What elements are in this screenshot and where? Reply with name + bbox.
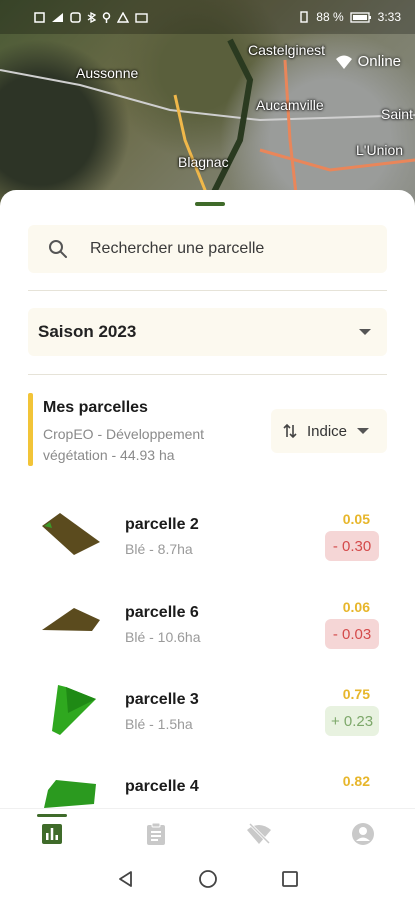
map-town-label: Blagnac	[178, 154, 229, 170]
season-select[interactable]: Saison 2023	[28, 308, 387, 356]
parcel-shape-icon	[44, 780, 96, 808]
search-placeholder: Rechercher une parcelle	[90, 240, 265, 257]
nav-active-indicator	[36, 813, 67, 817]
nav-offline[interactable]	[229, 814, 289, 854]
map-town-label: Aucamville	[256, 97, 324, 113]
status-icons-right: 88 % 3:33	[298, 10, 401, 24]
parcel-name: parcelle 3	[125, 691, 199, 708]
parcel-index-delta: + 0.23	[325, 706, 379, 736]
divider	[28, 290, 387, 291]
parcel-index-value: 0.05	[342, 511, 370, 527]
parcel-index-delta: - 0.30	[325, 531, 379, 561]
group-subtitle: CropEO - Développement végétation - 44.9…	[43, 426, 205, 463]
parcel-detail: Blé - 10.6ha	[125, 629, 201, 645]
clipboard-icon	[146, 822, 165, 845]
back-icon[interactable]	[116, 869, 136, 889]
signal-icon	[52, 12, 63, 22]
mail-icon	[135, 12, 148, 23]
sim-icon	[34, 11, 45, 23]
parcel-row[interactable]: parcelle 6 Blé - 10.6ha 0.06 - 0.03	[28, 588, 387, 658]
sheet-drag-handle[interactable]	[195, 202, 225, 206]
parcel-index-value: 0.82	[342, 773, 370, 789]
parcel-name: parcelle 2	[125, 516, 199, 533]
status-icons-left	[34, 11, 148, 23]
nav-parcels[interactable]	[22, 813, 82, 854]
map-town-label: Aussonne	[76, 65, 139, 81]
divider	[28, 374, 387, 375]
group-title: Mes parcelles	[43, 399, 148, 416]
clock: 3:33	[377, 10, 401, 24]
parcel-row[interactable]: parcelle 2 Blé - 8.7ha 0.05 - 0.30	[28, 500, 387, 570]
parcel-name: parcelle 4	[125, 778, 199, 795]
connection-label: Online	[357, 53, 401, 70]
season-value: Saison 2023	[38, 322, 137, 341]
location-icon	[102, 11, 111, 23]
connection-status: Online	[335, 53, 401, 70]
group-color-marker	[28, 393, 33, 466]
recents-icon[interactable]	[280, 869, 300, 889]
chevron-down-icon	[359, 329, 371, 335]
battery-percent: 88 %	[316, 10, 344, 24]
parcel-row[interactable]: parcelle 4 0.82	[28, 762, 387, 810]
chevron-down-icon	[357, 428, 370, 434]
parcel-group-header: Mes parcelles CropEO - Développement vég…	[28, 393, 387, 466]
wifi-off-icon	[247, 822, 272, 844]
map-town-label: Saint	[381, 106, 413, 122]
parcel-detail: Blé - 1.5ha	[125, 716, 193, 732]
parcel-sheet: Rechercher une parcelle Saison 2023 Mes …	[0, 190, 415, 810]
nav-account[interactable]	[333, 814, 393, 854]
parcel-detail: Blé - 8.7ha	[125, 541, 193, 557]
bluetooth-icon	[87, 11, 96, 23]
wifi-icon	[335, 55, 352, 69]
parcel-index-value: 0.75	[342, 686, 370, 702]
sort-label: Indice	[307, 422, 348, 440]
system-navigation-bar	[0, 858, 415, 900]
status-bar: 88 % 3:33	[0, 0, 415, 34]
nfc-icon	[70, 11, 81, 23]
nav-tasks[interactable]	[126, 814, 186, 854]
parcel-index-delta: - 0.03	[325, 619, 379, 649]
battery-icon	[349, 11, 371, 23]
sort-icon	[283, 423, 297, 439]
parcel-shape-icon	[42, 608, 100, 631]
parcel-index-value: 0.06	[342, 599, 370, 615]
search-field[interactable]: Rechercher une parcelle	[28, 225, 387, 273]
map-town-label: L'Union	[356, 142, 404, 158]
chart-icon	[41, 823, 62, 844]
map-town-label: Castelginest	[248, 42, 326, 58]
bottom-navigation	[0, 808, 415, 858]
parcel-name: parcelle 6	[125, 604, 199, 621]
search-icon	[49, 240, 67, 258]
alert-icon	[117, 11, 129, 23]
vibrate-icon	[300, 11, 308, 23]
parcel-shape-icon	[42, 513, 100, 555]
parcel-shape-icon	[52, 685, 96, 735]
parcel-row[interactable]: parcelle 3 Blé - 1.5ha 0.75 + 0.23	[28, 675, 387, 745]
sort-index-dropdown[interactable]: Indice	[271, 409, 387, 453]
account-icon	[352, 822, 375, 845]
home-icon[interactable]	[198, 869, 218, 889]
